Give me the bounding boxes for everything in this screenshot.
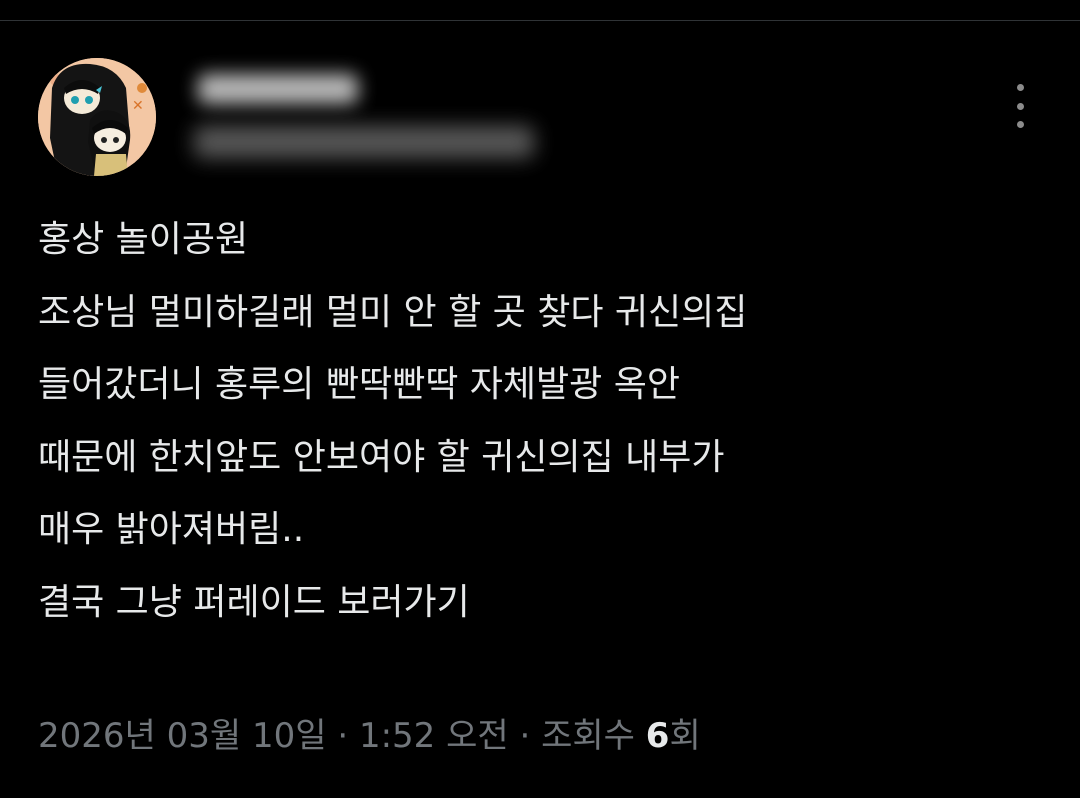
more-dot xyxy=(1016,121,1024,128)
author-handle-blurred xyxy=(194,126,534,158)
tweet-line: 때문에 한치앞도 안보여야 할 귀신의집 내부가 xyxy=(38,436,725,478)
more-dot xyxy=(1016,102,1024,110)
tweet-line: 조상님 멀미하길래 멀미 안 할 곳 찾다 귀신의집 xyxy=(38,291,748,333)
author-display-name-blurred xyxy=(198,74,358,104)
tweet-date[interactable]: 2026년 03월 10일 xyxy=(38,716,327,756)
author-avatar[interactable]: ✕ ♥ xyxy=(38,58,156,176)
more-vertical-icon[interactable] xyxy=(1004,84,1036,128)
tweet-time[interactable]: 1:52 오전 xyxy=(359,716,509,756)
views-count[interactable]: 6 xyxy=(646,716,670,756)
tweet-line: 홍상 놀이공원 xyxy=(38,219,249,260)
more-dot xyxy=(1016,84,1024,91)
svg-text:✕: ✕ xyxy=(132,98,144,114)
views-suffix: 회 xyxy=(669,716,701,756)
meta-separator: · xyxy=(326,716,359,756)
tweet-line: 결국 그냥 퍼레이드 보러가기 xyxy=(38,581,470,623)
meta-separator: · xyxy=(508,716,542,756)
svg-text:♥: ♥ xyxy=(42,159,53,173)
tweet-text: 홍상 놀이공원조상님 멀미하길래 멀미 안 할 곳 찾다 귀신의집들어갔더니 홍… xyxy=(38,204,1058,639)
tweet-line: 들어갔더니 홍루의 빤딱빤딱 자체발광 옥안 xyxy=(38,364,680,405)
top-divider xyxy=(0,0,1080,21)
tweet-meta: 2026년 03월 10일 · 1:52 오전 · 조회수 6회 xyxy=(38,708,701,757)
profile-avatar-illustration-icon: ✕ ♥ xyxy=(38,58,156,176)
tweet-line: 매우 밝아져버림.. xyxy=(38,509,305,550)
author-name-block[interactable] xyxy=(190,66,550,176)
views-label: 조회수 xyxy=(541,716,646,756)
